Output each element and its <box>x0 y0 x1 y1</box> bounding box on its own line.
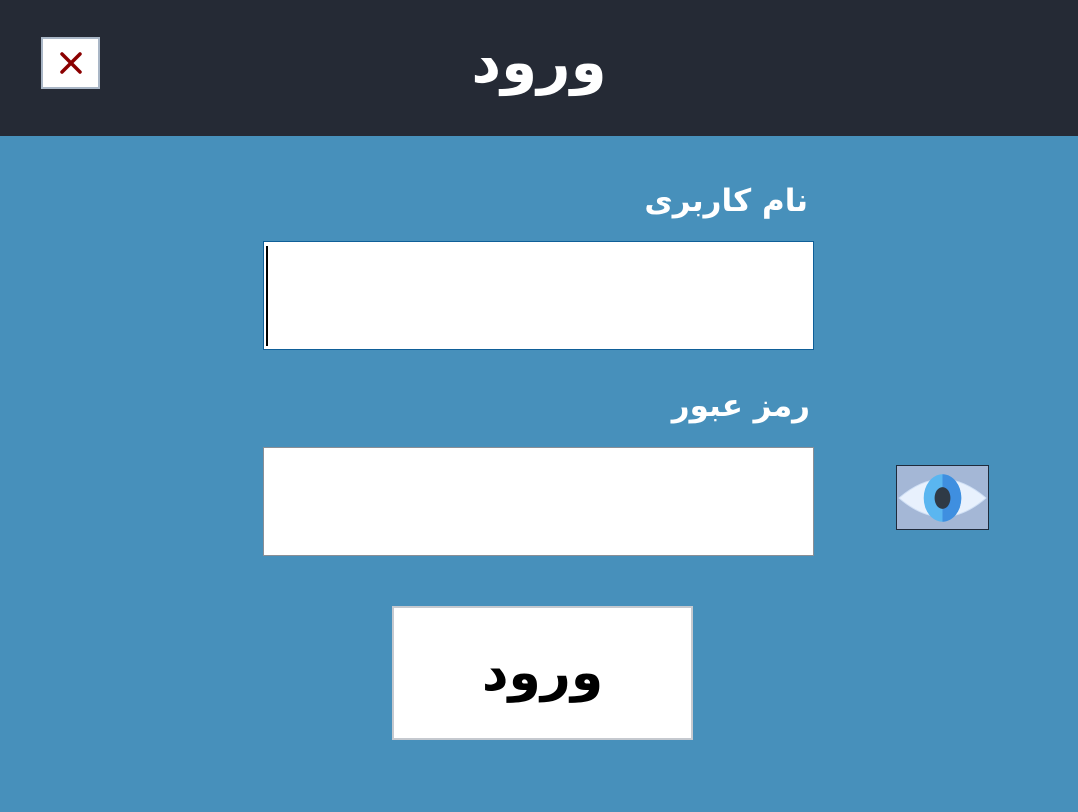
page-title: ورود <box>471 28 607 96</box>
password-input[interactable] <box>263 447 814 556</box>
eye-icon <box>898 473 987 522</box>
title-bar: ورود <box>0 0 1078 136</box>
text-caret <box>266 246 268 346</box>
username-input[interactable] <box>263 241 814 350</box>
login-button[interactable]: ورود <box>392 606 693 740</box>
password-label: رمز عبور <box>671 388 810 424</box>
username-label: نام کاربری <box>644 183 808 219</box>
show-password-button[interactable] <box>896 465 989 530</box>
